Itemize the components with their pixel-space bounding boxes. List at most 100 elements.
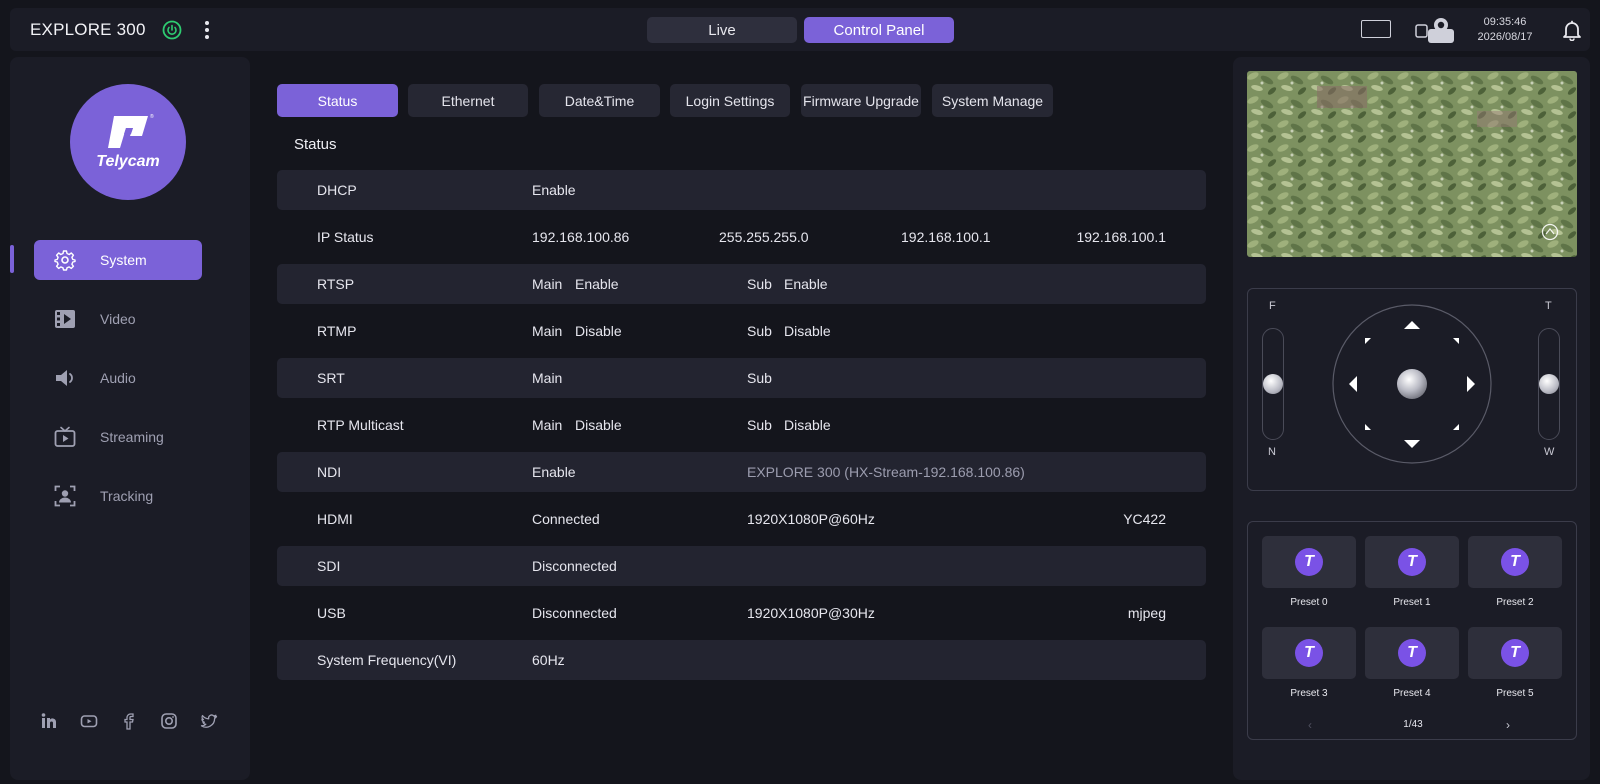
preset-button[interactable]: T: [1262, 627, 1356, 679]
preset-label: Preset 0: [1290, 597, 1328, 608]
sub-state: Disable: [784, 323, 831, 339]
pager-prev-button[interactable]: ‹: [1308, 718, 1312, 732]
instagram-icon[interactable]: [160, 712, 178, 730]
tilt-down-button[interactable]: [1404, 440, 1420, 448]
active-nav-indicator: [10, 245, 14, 273]
pan-right-button[interactable]: [1467, 376, 1475, 392]
up-left-button[interactable]: [1365, 338, 1371, 344]
tracking-icon: [54, 485, 76, 507]
preset-button[interactable]: T: [1468, 536, 1562, 588]
telycam-t-icon: T: [1501, 548, 1529, 576]
row-label: RTP Multicast: [317, 417, 404, 433]
subtab-date-time[interactable]: Date&Time: [539, 84, 660, 117]
up-right-button[interactable]: [1453, 338, 1459, 344]
subtab-ethernet[interactable]: Ethernet: [408, 84, 528, 117]
row-label: System Frequency(VI): [317, 652, 457, 668]
telycam-t-icon: T: [1398, 548, 1426, 576]
status-row-rtp-multicast: RTP Multicast Main Disable Sub Disable: [277, 405, 1206, 445]
focus-far-label: F: [1269, 300, 1276, 312]
tab-control-panel[interactable]: Control Panel: [804, 17, 954, 43]
preset-label: Preset 5: [1496, 688, 1534, 699]
zoom-slider-knob[interactable]: [1539, 374, 1559, 394]
sys-freq-value: 60Hz: [532, 652, 565, 668]
row-label: RTSP: [317, 276, 355, 292]
more-options-icon[interactable]: [204, 20, 210, 40]
row-label: USB: [317, 605, 346, 621]
sub-label: Sub: [747, 417, 772, 433]
hdmi-color: YC422: [1123, 511, 1166, 527]
device-name: EXPLORE 300: [30, 20, 146, 39]
sidebar-item-label: Video: [100, 311, 136, 327]
speaker-icon: [56, 370, 73, 386]
subnet-mask: 255.255.255.0: [719, 229, 809, 245]
main-label: Main: [532, 276, 563, 292]
video-icon: [55, 310, 75, 328]
sidebar-item-streaming[interactable]: Streaming: [34, 417, 202, 457]
linkedin-icon[interactable]: [40, 712, 58, 730]
status-row-hdmi: HDMI Connected 1920X1080P@60Hz YC422: [277, 499, 1206, 539]
usb-codec: mjpeg: [1127, 605, 1166, 621]
row-label: NDI: [317, 464, 342, 480]
facebook-icon[interactable]: [120, 712, 138, 730]
sidebar-item-tracking[interactable]: Tracking: [34, 476, 202, 516]
bell-icon[interactable]: [1561, 19, 1583, 41]
main-label: Main: [532, 417, 563, 433]
display-layout-icon[interactable]: [1361, 20, 1391, 38]
sidebar-item-label: Streaming: [100, 429, 164, 445]
status-row-rtsp: RTSP Main Enable Sub Enable: [277, 264, 1206, 304]
sub-label: Sub: [747, 323, 772, 339]
preset-button[interactable]: T: [1468, 627, 1562, 679]
clock: 09:35:46 2026/08/17: [1470, 15, 1540, 45]
telycam-t-icon: T: [1501, 639, 1529, 667]
preset-label: Preset 3: [1290, 688, 1328, 699]
telycam-logo-icon: ®: [108, 113, 154, 148]
brand-name: Telycam: [96, 153, 160, 170]
dpad-center-button[interactable]: [1397, 369, 1427, 399]
sidebar-item-video[interactable]: Video: [34, 299, 202, 339]
youtube-icon[interactable]: [80, 712, 98, 730]
pan-left-button[interactable]: [1349, 376, 1357, 392]
status-row-sdi: SDI Disconnected: [277, 546, 1206, 586]
sidebar-item-audio[interactable]: Audio: [34, 358, 202, 398]
preset-button[interactable]: T: [1365, 627, 1459, 679]
pager-indicator: 1/43: [1403, 719, 1423, 730]
zoom-wide-label: W: [1544, 446, 1555, 458]
ndi-name: EXPLORE 300 (HX-Stream-192.168.100.86): [747, 464, 1025, 480]
zoom-slider[interactable]: [1538, 328, 1560, 440]
status-row-srt: SRT Main Sub: [277, 358, 1206, 398]
twitter-icon[interactable]: [200, 712, 218, 730]
pan-tilt-dpad: [1332, 304, 1492, 464]
camera-preview[interactable]: [1247, 71, 1577, 257]
subtab-firmware-upgrade[interactable]: Firmware Upgrade: [801, 84, 921, 117]
row-label: HDMI: [317, 511, 353, 527]
sub-state: Disable: [784, 417, 831, 433]
power-icon[interactable]: [162, 20, 182, 40]
preset-button[interactable]: T: [1365, 536, 1459, 588]
ptz-camera-icon[interactable]: [1415, 16, 1455, 44]
subtab-system-manage[interactable]: System Manage: [932, 84, 1053, 117]
status-row-rtmp: RTMP Main Disable Sub Disable: [277, 311, 1206, 351]
tilt-up-button[interactable]: [1404, 321, 1420, 329]
main-state: Enable: [575, 276, 619, 292]
status-row-usb: USB Disconnected 1920X1080P@30Hz mjpeg: [277, 593, 1206, 633]
focus-slider-knob[interactable]: [1263, 374, 1283, 394]
focus-slider[interactable]: [1262, 328, 1284, 440]
preset-label: Preset 2: [1496, 597, 1534, 608]
row-label: RTMP: [317, 323, 357, 339]
clock-date: 2026/08/17: [1477, 31, 1533, 43]
sidebar-item-label: Tracking: [100, 488, 154, 504]
down-right-button[interactable]: [1453, 424, 1459, 430]
subtab-status[interactable]: Status: [277, 84, 398, 117]
preset-label: Preset 1: [1393, 597, 1431, 608]
pager-next-button[interactable]: ›: [1506, 718, 1510, 732]
status-row-sys-freq: System Frequency(VI) 60Hz: [277, 640, 1206, 680]
row-label: SRT: [317, 370, 345, 386]
subtab-login-settings[interactable]: Login Settings: [670, 84, 790, 117]
down-left-button[interactable]: [1365, 424, 1371, 430]
preset-button[interactable]: T: [1262, 536, 1356, 588]
zoom-tele-label: T: [1545, 300, 1552, 312]
sidebar-item-label: System: [100, 252, 147, 268]
sidebar-item-system[interactable]: System: [34, 240, 202, 280]
tab-live[interactable]: Live: [647, 17, 797, 43]
clock-time: 09:35:46: [1483, 16, 1527, 28]
